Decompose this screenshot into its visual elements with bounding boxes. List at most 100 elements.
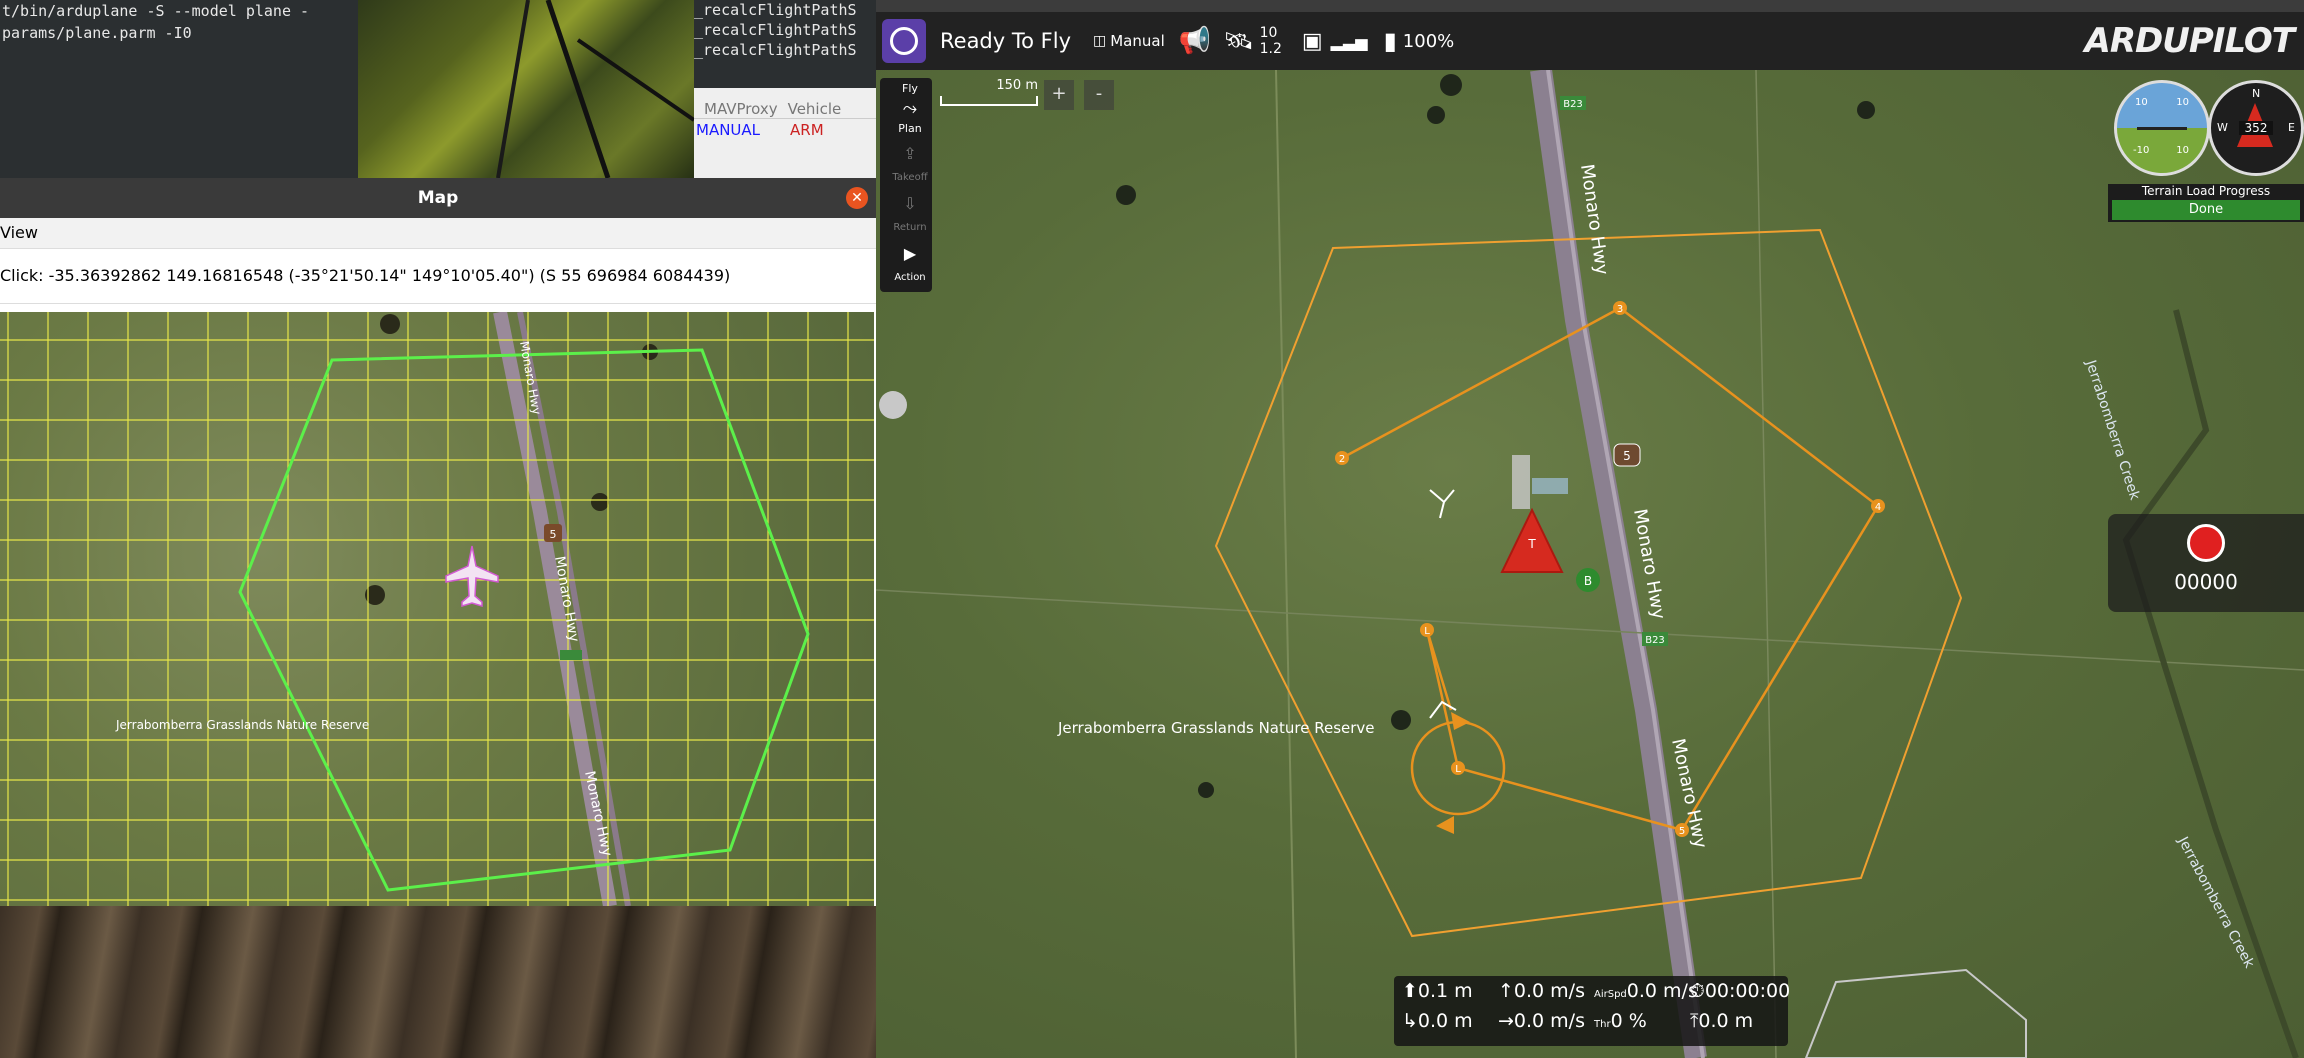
video-record-panel: 00000 [2108,514,2304,612]
tool-return-label: Return [893,222,927,233]
telemetry-panel: ⬆0.1 m ↑0.0 m/s AirSpd0.0 m/s ⏱00:00:00 … [1394,976,1791,1046]
compass-w: W [2217,121,2228,134]
menubar: View [0,218,876,249]
qgc-map-view[interactable]: 2 3 4 5 L L T B B23 B23 5 Monaro Hwy Mon… [876,70,2304,1058]
aircraft-icon [445,545,499,608]
home-distance-value: 0.0 m [1698,1010,1754,1032]
ardupilot-logo: ARDUPILOT [2084,21,2295,61]
throttle-value: 0 % [1610,1010,1647,1032]
close-icon[interactable]: ✕ [846,187,868,209]
arm-indicator: ARM [790,121,824,139]
compass-n: N [2252,87,2261,100]
sat-count: 10 [1259,25,1278,41]
throttle-label: Thr [1594,1019,1611,1030]
tab-vehicle[interactable]: Vehicle [788,100,842,118]
return-icon: ⇩ [903,194,917,213]
flight-time-readout: ⏱00:00:00 [1690,980,1791,1002]
creek-label: Jerrabomberra Creek [2082,357,2143,503]
scale-bar [940,96,1038,106]
route-shield-b23-top: B23 [1560,96,1586,110]
terrain-progress: Terrain Load Progress Done [2108,184,2304,222]
compass-indicator[interactable]: N W E 352 [2208,80,2304,176]
svg-text:T: T [1527,537,1536,551]
svg-text:L: L [1424,626,1430,637]
route-b23 [560,650,582,660]
flight-time-value: 00:00:00 [1704,980,1791,1002]
qgc-toolbar: Ready To Fly ◫ Manual 📢 🛰 10 1.2 ▣ ▂▃▅ ▮… [876,12,2304,70]
waypoint-land: L [1420,623,1434,637]
home-distance-readout: ⤒0.0 m [1690,1010,1754,1032]
battery-icon[interactable]: ▮ [1384,27,1397,55]
pitch-label: 10 [2176,97,2189,108]
tool-action[interactable]: Action [887,272,933,283]
heading-value: 352 [2239,121,2273,135]
tree-branches [496,0,694,178]
battery-level: 100% [1402,30,1455,52]
attitude-indicator[interactable]: 10 10 -10 10 [2114,80,2210,176]
throttle-readout: Thr0 % [1594,1010,1682,1032]
waypoint-3: 3 [1613,301,1627,315]
terminal-line: params/plane.parm -I0 [2,24,192,42]
map-scale: 150 m [938,78,1038,106]
compass-e: E [2288,121,2295,134]
tool-action-label: Action [894,272,926,283]
rc-icon[interactable]: ▣ [1302,29,1323,54]
terminal-right[interactable]: _recalcFlightPathS _recalcFlightPathS _rec… [694,0,876,88]
background-deck-photo [0,906,876,1058]
distance-readout: ↳0.0 m [1402,1010,1473,1032]
svg-text:L: L [1455,764,1461,775]
terrain-title: Terrain Load Progress [2141,184,2271,198]
tab-mavproxy[interactable]: MAVProxy [704,100,778,118]
megaphone-icon[interactable]: 📢 [1179,26,1211,56]
reserve-label: Jerrabomberra Grasslands Nature Reserve [1057,719,1375,737]
mavproxy-console: MAVProxy Vehicle MANUAL ARM [694,88,876,178]
map-overlay: 5 Monaro Hwy Monaro Hwy Monaro Hwy Jerra… [0,312,874,906]
flight-mode[interactable]: Manual [1110,32,1165,50]
home-marker: B [1576,568,1600,592]
signal-icon: ▂▃▅ [1330,31,1368,51]
vehicle-arrow-icon: T [1500,507,1564,573]
qgc-map-overlay: 2 3 4 5 L L T B B23 B23 5 Monaro Hwy Mon… [876,70,2304,1058]
vspeed-value: 0.0 m/s [1513,980,1585,1002]
qgc-icon [890,27,918,55]
distance-value: 0.0 m [1417,1010,1473,1032]
terminal-line: _recalcFlightPathS [694,1,857,19]
tool-takeoff-label: Takeoff [892,172,928,183]
window-top-strip [876,0,2304,12]
zoom-in-button[interactable]: + [1044,80,1074,110]
svg-text:4: 4 [1875,502,1881,513]
qgc-logo-button[interactable] [882,19,926,63]
tool-plan[interactable]: Plan [887,122,933,135]
play-icon: ▶ [903,244,917,263]
tool-return[interactable]: Return [887,222,933,233]
terminal-left[interactable]: t/bin/arduplane -S --model plane - params… [0,0,358,178]
vehicle-status[interactable]: Ready To Fly [940,29,1071,53]
zoom-out-button[interactable]: - [1084,80,1114,110]
menu-view[interactable]: View [0,223,38,242]
terminal-line: t/bin/arduplane -S --model plane - [2,2,310,20]
svg-text:5: 5 [1679,826,1685,837]
attitude-crosshair [2137,127,2187,130]
creek [2122,309,2299,1058]
road-label: Monaro Hwy [1576,163,1612,277]
tool-fly[interactable]: Fly [887,82,933,95]
record-button[interactable] [2187,524,2225,562]
map-window: Map ✕ View Click: -35.36392862 149.16816… [0,178,876,906]
airspeed-readout: AirSpd0.0 m/s [1594,980,1698,1002]
route-shield-5: 5 [1613,443,1641,467]
hdop: 1.2 [1259,41,1282,57]
waypoint-2: 2 [1335,451,1349,465]
tool-takeoff[interactable]: Takeoff [887,172,933,183]
satellite-icon[interactable]: 🛰 [1223,27,1253,55]
svg-text:B23: B23 [1563,99,1583,110]
plan-icon: ⤳ [902,98,918,119]
background-photo [358,0,694,178]
map-view[interactable]: 5 Monaro Hwy Monaro Hwy Monaro Hwy Jerra… [0,312,874,906]
airspeed-label: AirSpd [1594,989,1627,1000]
tool-plan-label: Plan [898,122,922,135]
pitch-label: -10 [2133,145,2150,156]
altitude-readout: ⬆0.1 m [1402,980,1473,1002]
svg-text:B23: B23 [1645,635,1665,646]
takeoff-icon: ⇪ [903,144,917,163]
creek-label: Jerrabomberra Creek [2174,833,2258,971]
